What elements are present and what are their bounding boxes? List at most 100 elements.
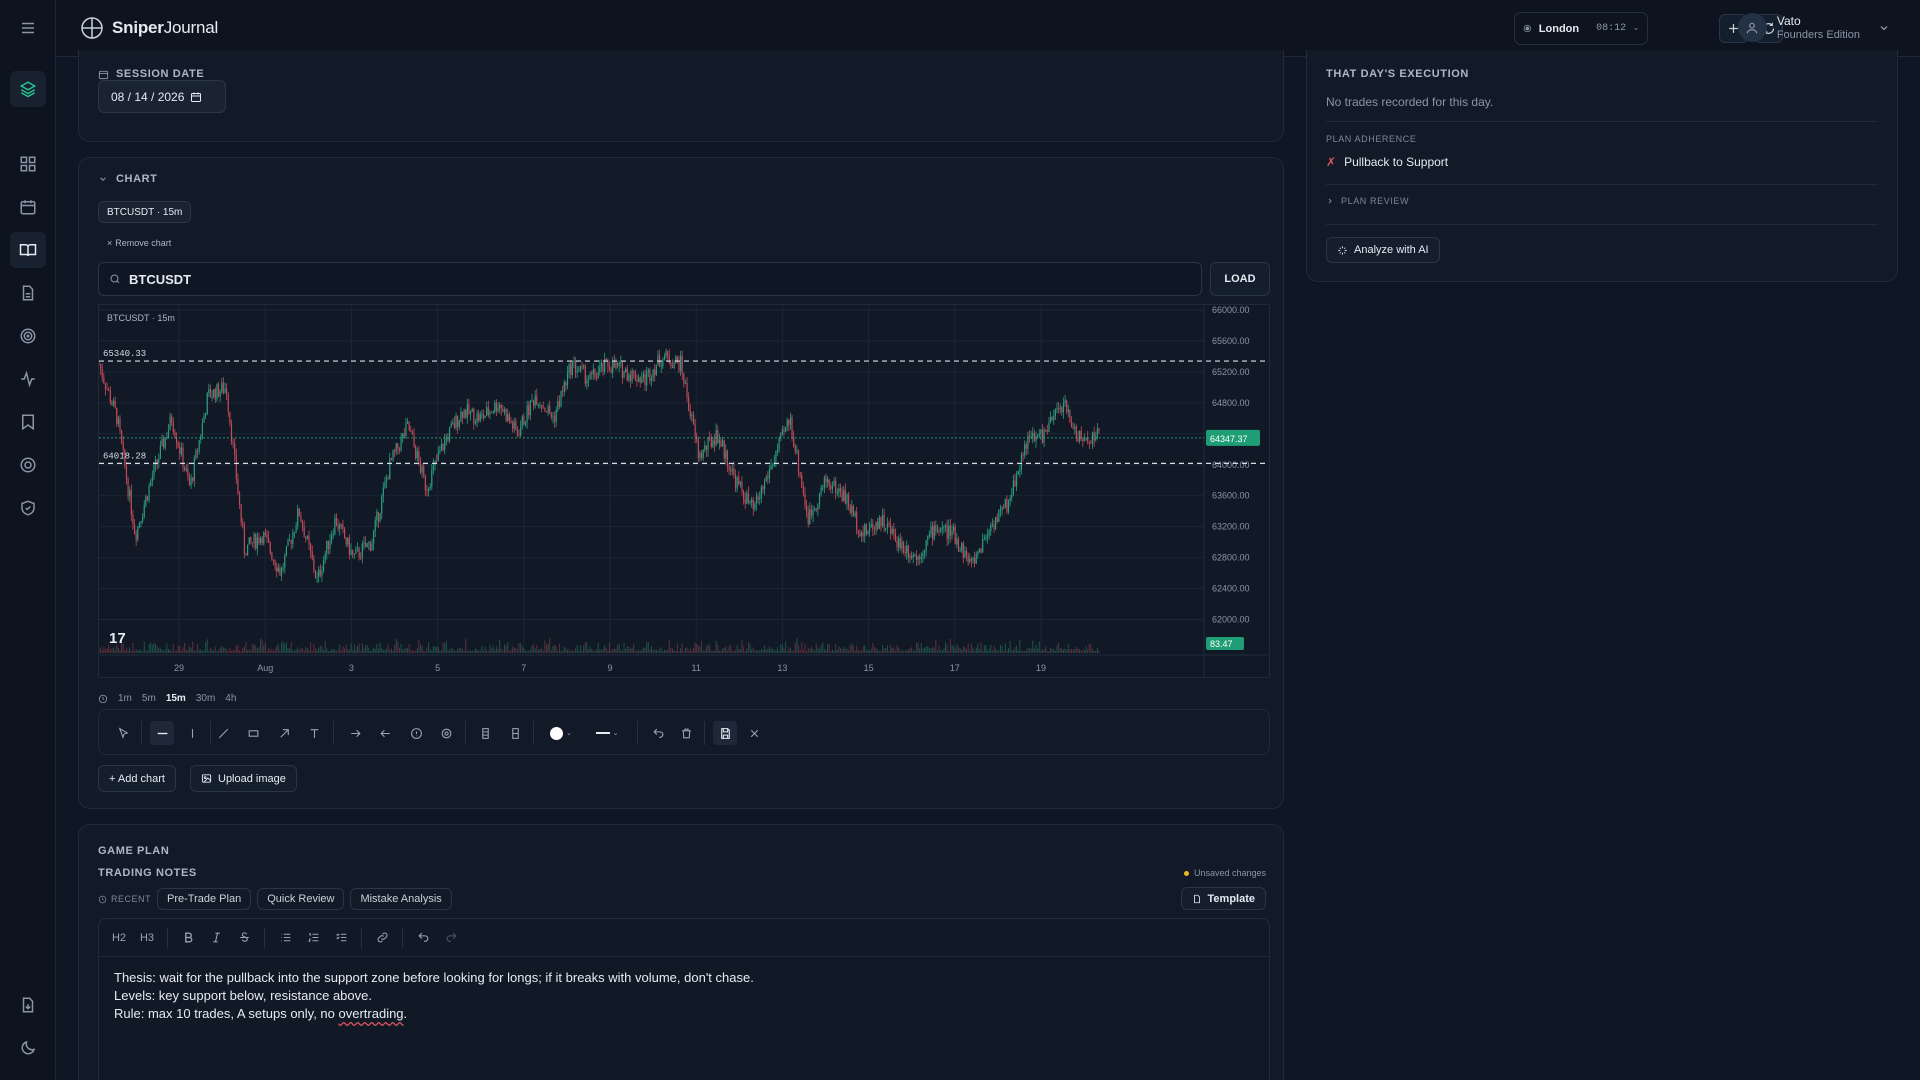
volume-bar bbox=[612, 649, 614, 653]
volume-bar bbox=[741, 640, 743, 653]
recent-template-quick-review[interactable]: Quick Review bbox=[257, 888, 345, 910]
timeframe-4h[interactable]: 4h bbox=[225, 693, 236, 704]
dashboard-icon[interactable] bbox=[10, 146, 46, 182]
volume-bar bbox=[158, 647, 160, 653]
arrow-tool-icon[interactable] bbox=[272, 721, 296, 745]
chart-card: CHART BTCUSDT · 15m × Remove chart BTCUSD… bbox=[78, 157, 1284, 809]
candle-body bbox=[172, 422, 174, 432]
template-button[interactable]: Template bbox=[1180, 887, 1266, 910]
long-arrow-icon[interactable] bbox=[343, 721, 367, 745]
numbered-list-icon[interactable] bbox=[301, 926, 325, 950]
candle-body bbox=[549, 406, 551, 414]
timeframe-5m[interactable]: 5m bbox=[142, 693, 156, 704]
candle-body bbox=[641, 378, 643, 383]
app: SniperJournal London 08:12 Vato Founders… bbox=[0, 0, 1920, 1080]
timeframe-30m[interactable]: 30m bbox=[196, 693, 215, 704]
candle-body bbox=[1037, 435, 1039, 437]
timeframe-1m[interactable]: 1m bbox=[118, 693, 132, 704]
undo-icon[interactable] bbox=[646, 721, 670, 745]
italic-icon[interactable] bbox=[204, 926, 228, 950]
upload-image-button[interactable]: Upload image bbox=[190, 765, 297, 792]
volume-bar bbox=[1051, 648, 1053, 653]
redo-icon[interactable] bbox=[439, 926, 463, 950]
help-icon[interactable] bbox=[10, 447, 46, 483]
candle-body bbox=[949, 525, 951, 536]
candle-body bbox=[523, 416, 525, 425]
target-icon[interactable] bbox=[10, 318, 46, 354]
menu-icon[interactable] bbox=[10, 10, 46, 46]
chart-chip[interactable]: BTCUSDT · 15m bbox=[98, 201, 192, 223]
load-button[interactable]: LOAD bbox=[1210, 262, 1270, 296]
short-arrow-icon[interactable] bbox=[373, 721, 397, 745]
position-long-icon[interactable] bbox=[473, 721, 497, 745]
horizontal-line-tool-icon[interactable] bbox=[150, 721, 174, 745]
cursor-tool-icon[interactable] bbox=[111, 721, 135, 745]
session-selector[interactable]: London 08:12 bbox=[1514, 12, 1648, 45]
heading2-button[interactable]: H2 bbox=[107, 926, 131, 950]
volume-bar bbox=[523, 647, 525, 653]
candle-body bbox=[602, 362, 604, 372]
save-icon[interactable] bbox=[713, 721, 737, 745]
trash-icon[interactable] bbox=[674, 721, 698, 745]
export-icon[interactable] bbox=[10, 987, 46, 1023]
bold-icon[interactable] bbox=[176, 926, 200, 950]
layers-icon[interactable] bbox=[10, 71, 46, 107]
volume-bar bbox=[1035, 644, 1037, 653]
volume-bar bbox=[930, 648, 932, 653]
timeframe-15m[interactable]: 15m bbox=[166, 693, 186, 704]
volume-bar bbox=[289, 648, 291, 653]
session-date-input[interactable]: 08 / 14 / 2026 bbox=[98, 80, 226, 113]
candle-body bbox=[198, 440, 200, 452]
checklist-icon[interactable] bbox=[329, 926, 353, 950]
recent-template-pre-trade[interactable]: Pre-Trade Plan bbox=[157, 888, 252, 910]
analyze-ai-button[interactable]: Analyze with AI bbox=[1326, 237, 1440, 263]
plan-review-toggle[interactable]: PLAN REVIEW bbox=[1326, 196, 1409, 206]
add-chart-button[interactable]: + Add chart bbox=[98, 765, 176, 792]
shield-icon[interactable] bbox=[10, 490, 46, 526]
volume-bar bbox=[263, 645, 265, 653]
text-tool-icon[interactable] bbox=[302, 721, 326, 745]
candle-body bbox=[290, 540, 292, 544]
color-picker[interactable]: ⌄ bbox=[546, 721, 576, 745]
notes-content[interactable]: Thesis: wait for the pullback into the s… bbox=[99, 957, 1269, 1035]
chart-canvas[interactable]: 66000.0065600.0065200.0064800.0064400.00… bbox=[99, 305, 1270, 678]
volume-bar bbox=[652, 649, 654, 653]
position-short-icon[interactable] bbox=[503, 721, 527, 745]
chart-section-toggle[interactable]: CHART bbox=[98, 173, 158, 185]
volume-bar bbox=[463, 650, 465, 653]
volume-bar bbox=[452, 648, 454, 653]
activity-icon[interactable] bbox=[10, 361, 46, 397]
file-icon[interactable] bbox=[10, 275, 46, 311]
trendline-tool-icon[interactable] bbox=[211, 721, 235, 745]
price-chart[interactable]: 66000.0065600.0065200.0064800.0064400.00… bbox=[98, 304, 1270, 678]
candle-body bbox=[991, 524, 993, 526]
candle-body bbox=[930, 526, 932, 535]
calendar-icon[interactable] bbox=[10, 189, 46, 225]
link-icon[interactable] bbox=[370, 926, 394, 950]
candle-body bbox=[550, 413, 552, 418]
volume-bar bbox=[260, 638, 262, 653]
logo[interactable]: SniperJournal bbox=[80, 16, 218, 40]
journal-icon[interactable] bbox=[10, 232, 46, 268]
bullet-list-icon[interactable] bbox=[273, 926, 297, 950]
heading3-button[interactable]: H3 bbox=[135, 926, 159, 950]
user-menu[interactable]: Vato Founders Edition bbox=[1737, 13, 1890, 42]
candle-body bbox=[436, 460, 438, 462]
undo-icon[interactable] bbox=[411, 926, 435, 950]
strikethrough-icon[interactable] bbox=[232, 926, 256, 950]
vertical-line-tool-icon[interactable] bbox=[180, 721, 204, 745]
volume-bar bbox=[702, 650, 704, 653]
close-icon[interactable] bbox=[742, 721, 766, 745]
moon-icon[interactable] bbox=[10, 1030, 46, 1066]
symbol-search[interactable]: BTCUSDT bbox=[98, 262, 1202, 296]
line-style-picker[interactable]: ⌄ bbox=[592, 721, 622, 745]
rectangle-tool-icon[interactable] bbox=[241, 721, 265, 745]
remove-chart-button[interactable]: × Remove chart bbox=[107, 238, 171, 248]
crosshair-icon bbox=[81, 17, 103, 39]
volume-bar bbox=[1046, 650, 1048, 653]
candle-body bbox=[762, 486, 764, 490]
bookmark-icon[interactable] bbox=[10, 404, 46, 440]
target-icon[interactable] bbox=[434, 721, 458, 745]
info-icon[interactable] bbox=[404, 721, 428, 745]
recent-template-mistake[interactable]: Mistake Analysis bbox=[350, 888, 452, 910]
